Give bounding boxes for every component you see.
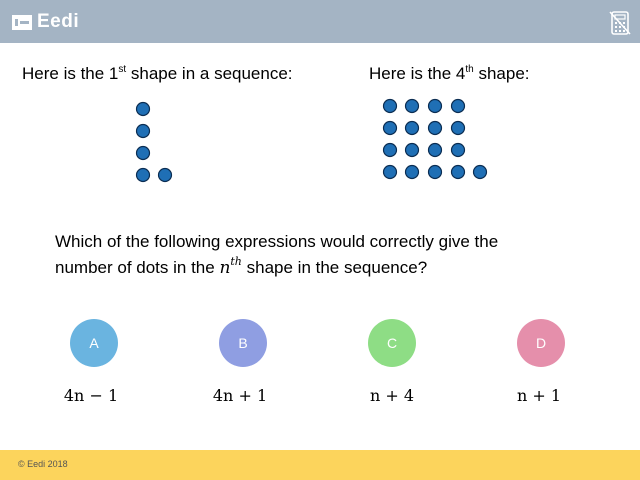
dot bbox=[450, 98, 466, 114]
question-text: Which of the following expressions would… bbox=[55, 229, 498, 281]
option-c-expression: n + 4 bbox=[369, 386, 415, 405]
dot bbox=[135, 123, 151, 139]
dot bbox=[382, 120, 398, 136]
dot bbox=[382, 142, 398, 158]
first-shape-prompt-pre: Here is the 1 bbox=[22, 64, 119, 83]
dot bbox=[135, 101, 151, 117]
question-line-2: number of dots in the nth shape in the s… bbox=[55, 255, 498, 281]
option-c-letter: C bbox=[386, 335, 398, 351]
header-bar: Eedi bbox=[0, 0, 640, 43]
option-d-button[interactable]: D bbox=[517, 319, 565, 367]
eedi-logo[interactable]: Eedi bbox=[12, 11, 79, 33]
footer-bar: © Eedi 2018 bbox=[0, 450, 640, 480]
dot bbox=[404, 164, 420, 180]
fourth-shape-prompt-pre: Here is the 4 bbox=[369, 64, 466, 83]
dot bbox=[404, 120, 420, 136]
option-b-button[interactable]: B bbox=[219, 319, 267, 367]
first-shape-prompt-post: shape in a sequence: bbox=[126, 64, 293, 83]
dot bbox=[382, 98, 398, 114]
dot bbox=[472, 164, 488, 180]
option-a-button[interactable]: A bbox=[70, 319, 118, 367]
fourth-shape-prompt: Here is the 4th shape: bbox=[369, 64, 530, 84]
question-var-n: n bbox=[219, 258, 231, 278]
question-var-sup: th bbox=[230, 255, 242, 268]
dot bbox=[135, 167, 151, 183]
copyright-text: © Eedi 2018 bbox=[18, 459, 68, 469]
option-d-letter: D bbox=[535, 335, 547, 351]
first-shape-prompt: Here is the 1st shape in a sequence: bbox=[22, 64, 293, 84]
question-line-2-post: shape in the sequence? bbox=[241, 258, 428, 277]
option-d-expression: n + 1 bbox=[516, 386, 562, 405]
dot bbox=[427, 142, 443, 158]
option-a-expression: 4n − 1 bbox=[63, 386, 119, 405]
dot bbox=[450, 120, 466, 136]
first-shape-prompt-sup: st bbox=[118, 64, 127, 75]
logo-text: Eedi bbox=[37, 11, 80, 32]
dot bbox=[382, 164, 398, 180]
dot bbox=[404, 142, 420, 158]
option-a-letter: A bbox=[89, 335, 99, 351]
dot bbox=[427, 98, 443, 114]
option-b-letter: B bbox=[238, 335, 248, 351]
option-c-button[interactable]: C bbox=[368, 319, 416, 367]
dot bbox=[450, 142, 466, 158]
option-b-expression: 4n + 1 bbox=[212, 386, 268, 405]
dot bbox=[135, 145, 151, 161]
fourth-shape-prompt-post: shape: bbox=[473, 64, 530, 83]
question-line-2-pre: number of dots in the bbox=[55, 258, 220, 277]
fourth-shape-prompt-sup: th bbox=[465, 64, 474, 75]
eedi-logo-icon bbox=[12, 14, 32, 30]
dot bbox=[427, 164, 443, 180]
calculator-disabled-icon[interactable] bbox=[608, 10, 632, 36]
question-line-1: Which of the following expressions would… bbox=[55, 232, 499, 251]
dot bbox=[157, 167, 173, 183]
dot bbox=[427, 120, 443, 136]
dot bbox=[404, 98, 420, 114]
dot bbox=[450, 164, 466, 180]
